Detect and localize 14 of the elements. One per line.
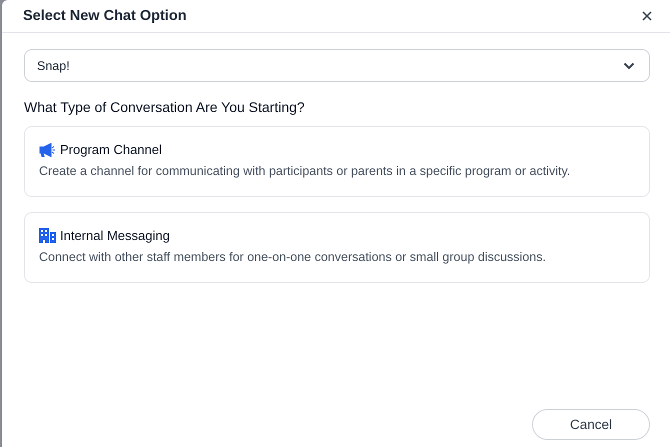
dialog-title: Select New Chat Option: [23, 8, 187, 24]
megaphone-icon: [39, 142, 56, 156]
cancel-button[interactable]: Cancel: [532, 409, 650, 440]
option-description: Create a channel for communicating with participants or parents in a specific program or activity.: [39, 164, 572, 178]
option-description: Connect with other staff members for one-on-one conversations or small group discussions.: [39, 250, 547, 264]
building-icon: [39, 228, 56, 243]
option-title: Program Channel: [60, 142, 162, 157]
option-card[interactable]: Program Channel Create a channel for communicating with participants or parents in a specific program or activity.: [24, 126, 650, 197]
close-button[interactable]: [640, 9, 654, 23]
section-heading: What Type of Conversation Are You Starting?: [24, 99, 306, 115]
option-title: Internal Messaging: [60, 228, 170, 243]
option-card[interactable]: Internal Messaging Connect with other staff members for one-on-one conversations or small group discussions.: [24, 212, 650, 283]
program-dropdown[interactable]: Snap!: [24, 49, 650, 82]
chevron-down-icon: [623, 62, 635, 70]
